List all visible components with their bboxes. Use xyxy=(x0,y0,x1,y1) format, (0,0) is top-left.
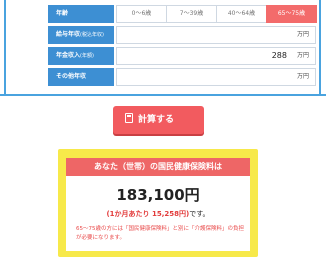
frame-border-right xyxy=(319,0,321,96)
age-option-7-39[interactable]: 7〜39歳 xyxy=(166,5,217,23)
pension-label-text: 年金収入 xyxy=(56,52,81,59)
pension-label-sub: (年額) xyxy=(80,53,94,59)
age-option-40-64[interactable]: 40〜64歳 xyxy=(216,5,267,23)
other-income-unit: 万円 xyxy=(296,73,309,80)
calculator-form: 年齢 0〜6歳 7〜39歳 40〜64歳 65〜75歳 給与年収(税込年収) 万… xyxy=(0,0,326,96)
result-monthly-amount: (1か月あたり 15,258円) xyxy=(106,210,190,218)
result-amount: 183,100円 xyxy=(116,186,200,204)
result-monthly-suffix: です。 xyxy=(189,210,210,218)
result-monthly: (1か月あたり 15,258円)です。 xyxy=(66,209,250,219)
other-income-label: その他年収 xyxy=(48,68,114,86)
result-body: 183,100円 (1か月あたり 15,258円)です。 65〜75歳の方には「… xyxy=(66,176,250,251)
pension-input[interactable]: 288 万円 xyxy=(116,47,316,65)
salary-label-text: 給与年収 xyxy=(56,31,81,38)
age-options: 0〜6歳 7〜39歳 40〜64歳 65〜75歳 xyxy=(116,5,317,23)
salary-input[interactable]: 万円 xyxy=(116,26,316,44)
age-label: 年齢 xyxy=(48,5,114,23)
age-option-65-75[interactable]: 65〜75歳 xyxy=(266,5,317,23)
result-heading: あなた（世帯）の国民健康保険料は xyxy=(66,158,250,176)
salary-label-sub: (税込年収) xyxy=(80,32,104,38)
result-panel: あなた（世帯）の国民健康保険料は 183,100円 (1か月あたり 15,258… xyxy=(58,149,258,257)
result-note: 65〜75歳の方には「国民健康保険料」と別に「介護保険料」の負担が必要になります… xyxy=(76,226,244,241)
calculator-icon xyxy=(125,113,133,123)
age-option-0-6[interactable]: 0〜6歳 xyxy=(116,5,167,23)
other-income-input[interactable]: 万円 xyxy=(116,68,316,86)
calculate-button[interactable]: 計算する xyxy=(113,106,204,134)
calculate-button-label: 計算する xyxy=(138,115,175,125)
pension-value: 288 xyxy=(271,51,287,60)
salary-unit: 万円 xyxy=(296,31,309,38)
frame-border-left xyxy=(4,0,6,96)
salary-label: 給与年収(税込年収) xyxy=(48,26,114,44)
pension-label: 年金収入(年額) xyxy=(48,47,114,65)
pension-unit: 万円 xyxy=(296,52,309,59)
